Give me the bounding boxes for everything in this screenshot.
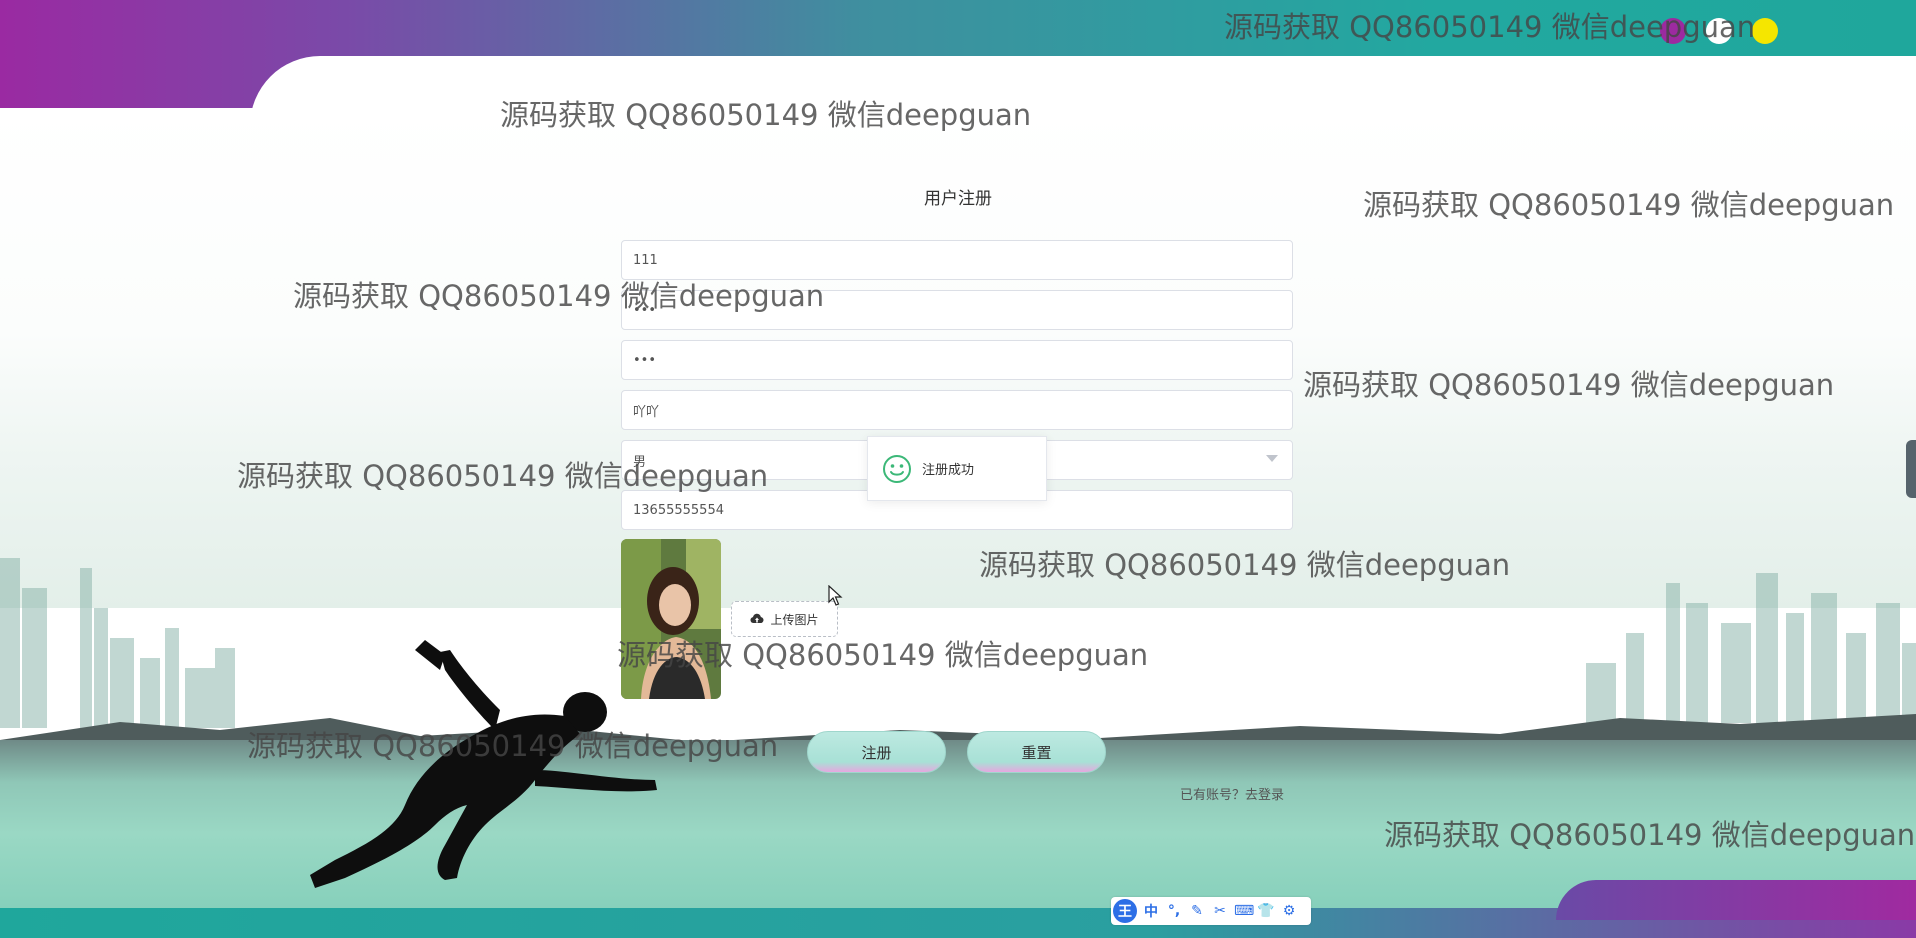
go-to-login-link[interactable]: 已有账号？去登录 <box>1180 784 1284 803</box>
gender-select-value: 男 <box>633 454 647 470</box>
reset-button[interactable]: 重置 <box>967 731 1106 773</box>
password-input[interactable]: ••• <box>621 290 1293 330</box>
chevron-down-icon <box>1266 455 1278 462</box>
ime-logo-icon[interactable]: 王 <box>1113 899 1137 923</box>
avatar-preview <box>621 539 721 699</box>
mouse-cursor-icon <box>828 585 843 606</box>
keyboard-icon[interactable]: ⌨ <box>1234 903 1254 919</box>
ime-mode-toggle[interactable]: 中 <box>1142 901 1160 921</box>
side-panel-handle[interactable] <box>1906 440 1916 498</box>
runner-silhouette <box>310 640 657 888</box>
smile-icon <box>883 454 911 483</box>
account-input[interactable]: 111 <box>621 240 1293 280</box>
settings-icon[interactable]: ⚙ <box>1280 903 1298 919</box>
punctuation-icon[interactable]: °, <box>1165 903 1183 919</box>
upload-image-label: 上传图片 <box>770 612 819 627</box>
page-title: 用户注册 <box>924 189 992 209</box>
skin-icon[interactable]: 👕 <box>1257 903 1275 919</box>
confirm-password-input[interactable]: ••• <box>621 340 1293 380</box>
purple-dot-button[interactable] <box>1660 18 1686 44</box>
footer-curve <box>1556 880 1916 920</box>
name-input[interactable]: 吖吖 <box>621 390 1293 430</box>
city-skyline-right <box>1586 573 1916 723</box>
ime-toolbar[interactable]: 王 中 °, ✎ ✂ ⌨ 👕 ⚙ <box>1111 897 1311 925</box>
white-dot-button[interactable] <box>1706 18 1732 44</box>
yellow-dot-button[interactable] <box>1752 18 1778 44</box>
success-toast: 注册成功 <box>867 436 1047 501</box>
cloud-upload-icon <box>750 613 764 623</box>
upload-image-button[interactable]: 上传图片 <box>731 601 838 637</box>
register-button[interactable]: 注册 <box>807 731 946 773</box>
toast-message: 注册成功 <box>922 463 975 478</box>
scissors-icon[interactable]: ✂ <box>1211 903 1229 919</box>
handwriting-icon[interactable]: ✎ <box>1188 903 1206 919</box>
